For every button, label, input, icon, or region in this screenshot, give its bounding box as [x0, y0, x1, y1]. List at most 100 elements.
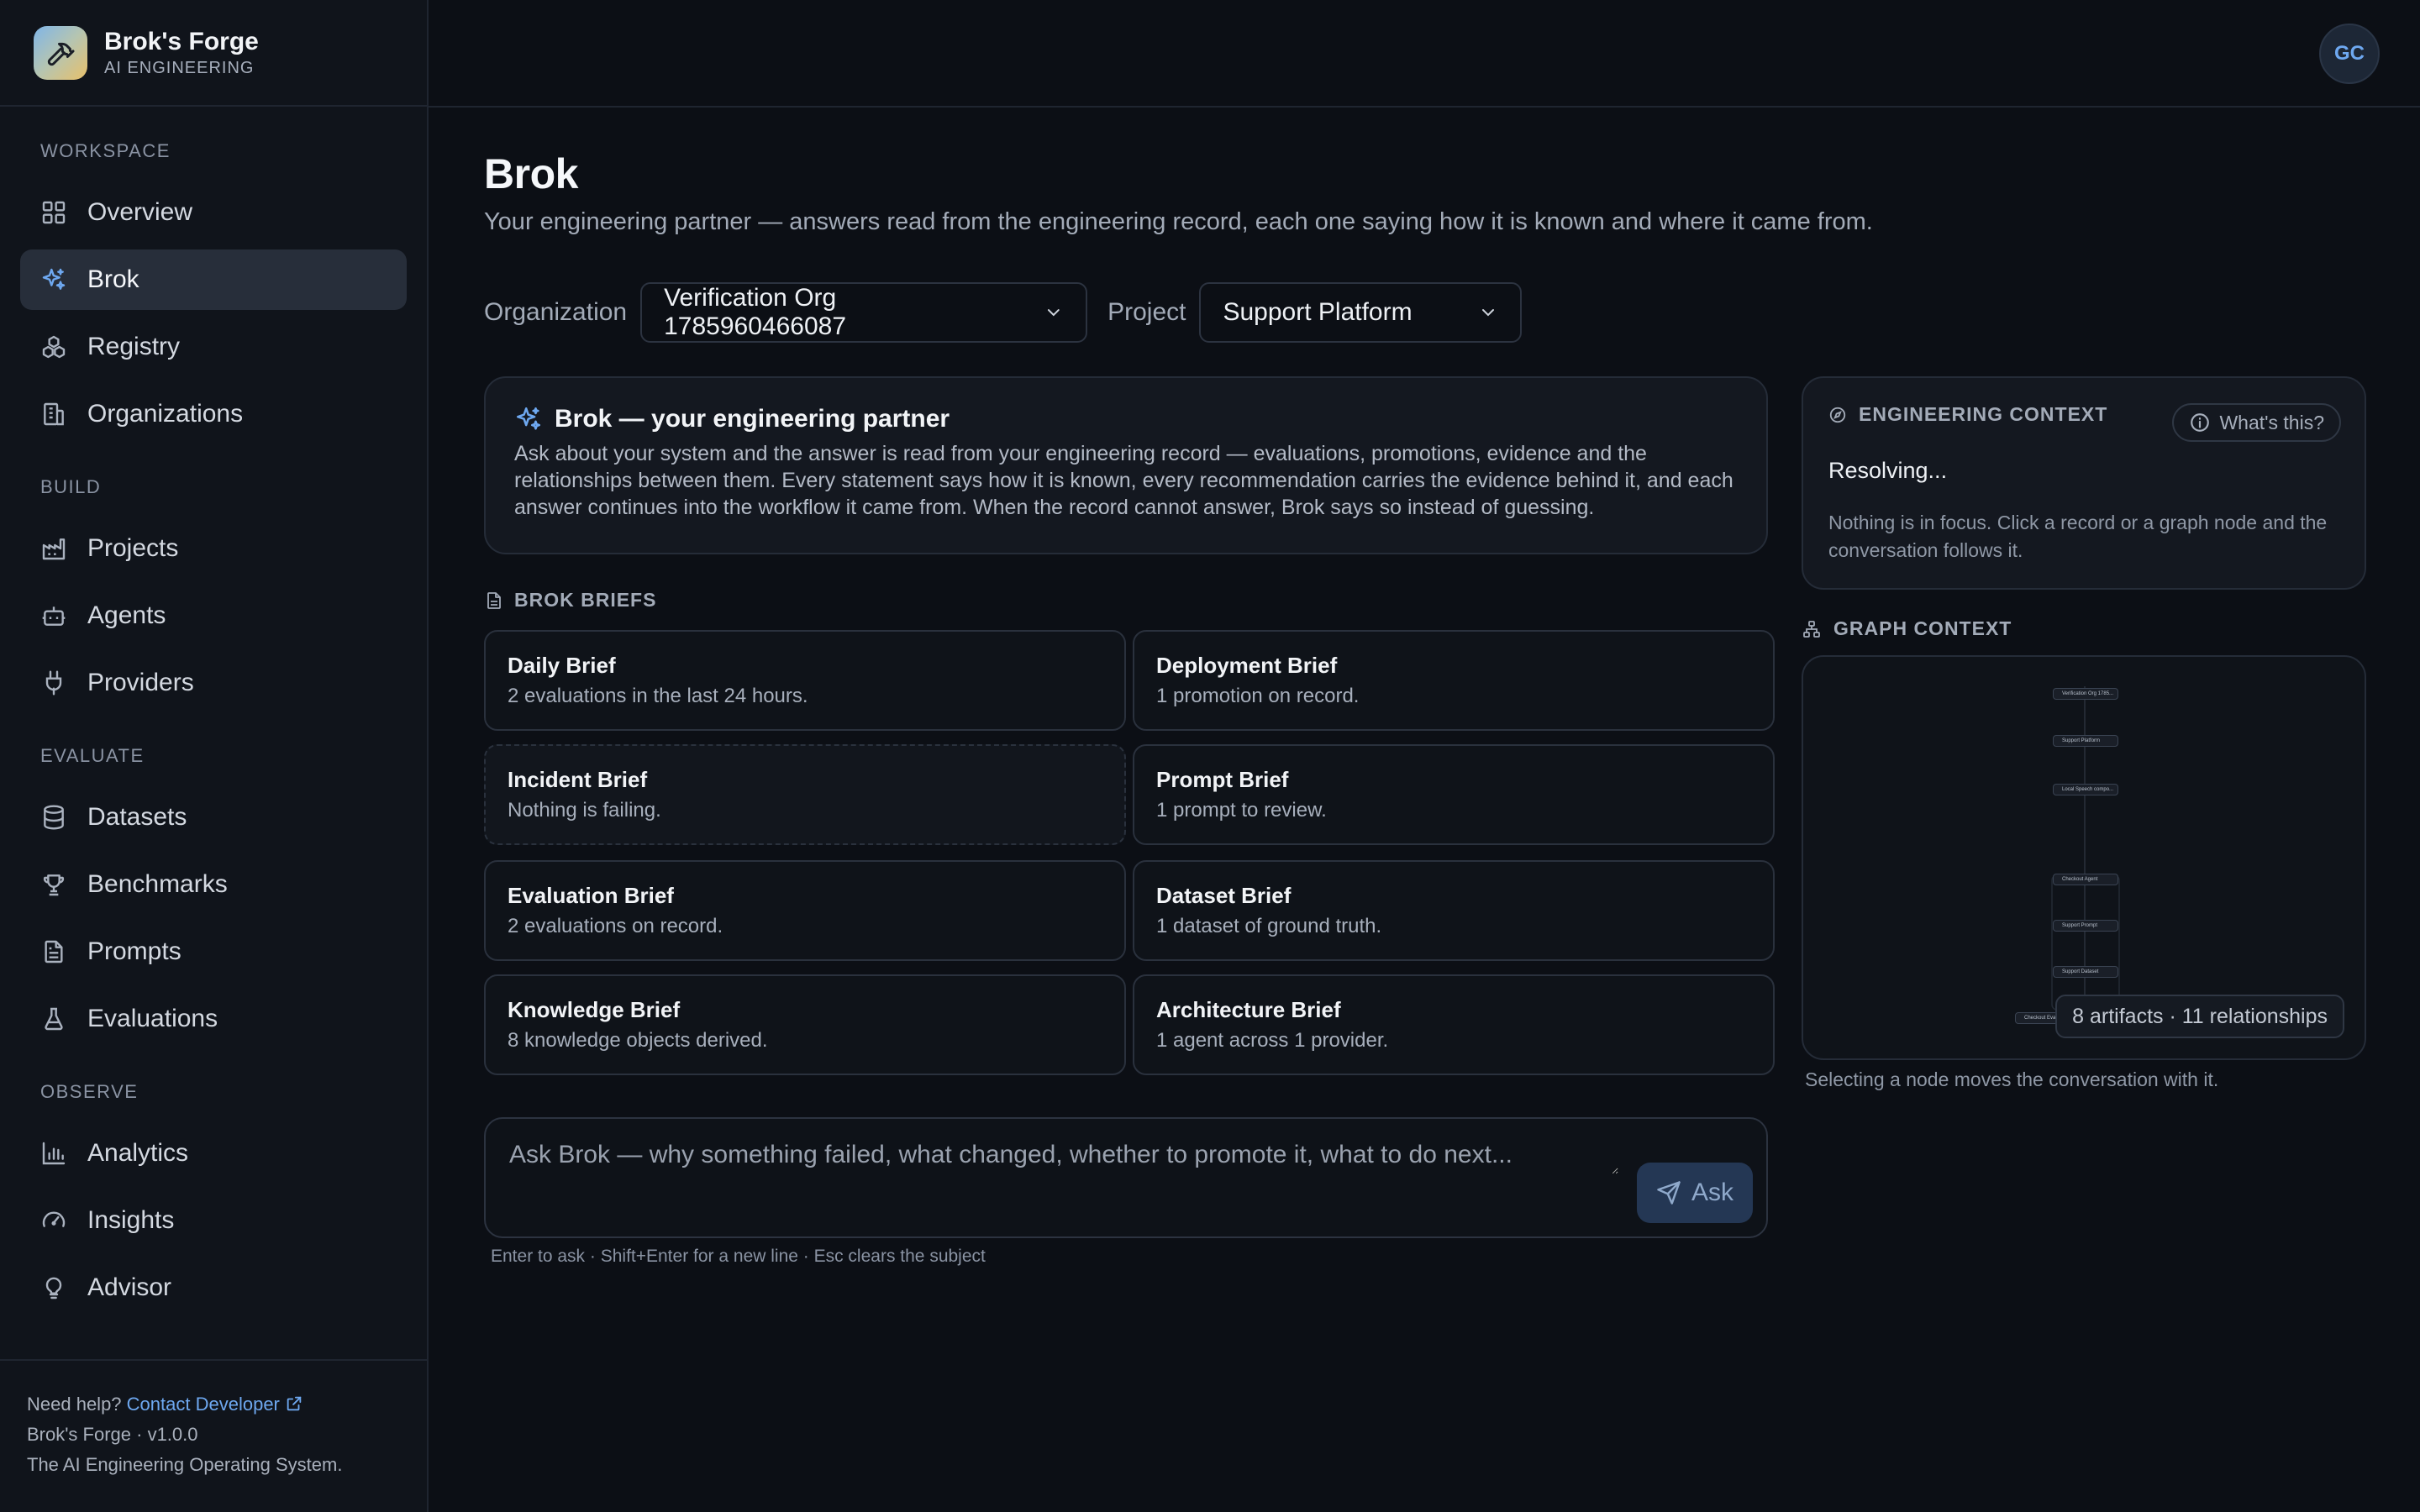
nav-group-build: BUILD Projects Agents Providers: [0, 476, 427, 713]
send-icon: [1657, 1181, 1681, 1205]
context-status: Resolving...: [1828, 458, 1948, 483]
graph-node[interactable]: Support Prompt: [2053, 920, 2118, 932]
graph-context-heading: GRAPH CONTEXT: [1802, 617, 2012, 640]
file-text-icon: [40, 938, 67, 965]
sidebar-item-advisor[interactable]: Advisor: [20, 1257, 407, 1318]
sidebar-item-providers[interactable]: Providers: [20, 653, 407, 713]
sidebar-item-brok[interactable]: Brok: [20, 249, 407, 310]
sidebar: Brok's Forge AI ENGINEERING WORKSPACE Ov…: [0, 0, 429, 1512]
factory-icon: [40, 535, 67, 562]
gauge-icon: [40, 1207, 67, 1234]
sidebar-item-registry[interactable]: Registry: [20, 317, 407, 377]
boxes-icon: [40, 333, 67, 360]
sidebar-item-label: Registry: [87, 333, 181, 360]
ask-button[interactable]: Ask: [1637, 1163, 1753, 1223]
graph-stats-badge: 8 artifacts · 11 relationships: [2055, 995, 2344, 1038]
graph-node[interactable]: Checkout Agent: [2053, 874, 2118, 885]
briefs-heading: BROK BRIEFS: [484, 589, 656, 612]
whats-this-button[interactable]: What's this?: [2172, 403, 2341, 442]
graph-note: Selecting a node moves the conversation …: [1805, 1068, 2219, 1090]
ask-box: Ask: [484, 1117, 1768, 1238]
brief-summary: 1 prompt to review.: [1156, 799, 1327, 822]
graph-node[interactable]: Local Speech compo...: [2053, 784, 2118, 795]
bot-icon: [40, 602, 67, 629]
nav-group-workspace: WORKSPACE Overview Brok Registry Organiz…: [0, 140, 427, 444]
brief-title: Daily Brief: [508, 653, 616, 678]
sidebar-item-benchmarks[interactable]: Benchmarks: [20, 854, 407, 915]
brief-summary: 1 agent across 1 provider.: [1156, 1029, 1389, 1052]
project-select[interactable]: Support Platform: [1199, 282, 1523, 343]
brief-knowledge[interactable]: Knowledge Brief 8 knowledge objects deri…: [484, 974, 1126, 1075]
sidebar-item-agents[interactable]: Agents: [20, 585, 407, 646]
chevron-down-icon: [1048, 309, 1060, 317]
graph-node[interactable]: Support Dataset: [2053, 966, 2118, 978]
organization-label: Organization: [484, 298, 628, 326]
brand-name: Brok's Forge: [104, 27, 259, 55]
project-label: Project: [1107, 298, 1186, 326]
help-line: Need help? Contact Developer: [27, 1389, 400, 1420]
engineering-context-card: ENGINEERING CONTEXT What's this? Resolvi…: [1802, 376, 2366, 590]
sidebar-item-organizations[interactable]: Organizations: [20, 384, 407, 444]
sidebar-item-label: Datasets: [87, 803, 187, 831]
sidebar-item-label: Insights: [87, 1206, 175, 1234]
scope-selectors: Organization Verification Org 1785960466…: [484, 282, 1523, 343]
trophy-icon: [40, 871, 67, 898]
plug-icon: [40, 669, 67, 696]
brief-title: Dataset Brief: [1156, 883, 1292, 908]
sidebar-item-label: Prompts: [87, 937, 182, 965]
sidebar-item-label: Brok: [87, 265, 139, 293]
ask-input[interactable]: [509, 1141, 1618, 1174]
brief-title: Knowledge Brief: [508, 997, 681, 1022]
sidebar-item-label: Benchmarks: [87, 870, 228, 898]
file-text-icon: [487, 591, 501, 609]
brief-title: Incident Brief: [508, 767, 648, 792]
database-icon: [40, 804, 67, 831]
avatar[interactable]: GC: [2319, 24, 2380, 84]
sidebar-item-label: Analytics: [87, 1139, 189, 1167]
brief-summary: 8 knowledge objects derived.: [508, 1029, 768, 1052]
chevron-down-icon: [1482, 309, 1495, 317]
brief-architecture[interactable]: Architecture Brief 1 agent across 1 prov…: [1133, 974, 1775, 1075]
sidebar-item-overview[interactable]: Overview: [20, 182, 407, 243]
external-link-icon: [287, 1396, 302, 1411]
brief-daily[interactable]: Daily Brief 2 evaluations in the last 24…: [484, 630, 1126, 731]
graph-canvas[interactable]: Verification Org 1785... Support Platfor…: [1802, 655, 2366, 1060]
info-icon: [2191, 413, 2210, 432]
sidebar-item-prompts[interactable]: Prompts: [20, 921, 407, 982]
graph-node[interactable]: Verification Org 1785...: [2053, 688, 2118, 700]
tagline-text: The AI Engineering Operating System.: [27, 1454, 343, 1475]
intro-body: Ask about your system and the answer is …: [514, 442, 1733, 519]
sidebar-item-projects[interactable]: Projects: [20, 518, 407, 579]
brief-summary: 2 evaluations on record.: [508, 915, 723, 937]
brief-summary: 1 dataset of ground truth.: [1156, 915, 1382, 937]
page-title: Brok: [484, 150, 578, 197]
organization-select[interactable]: Verification Org 1785960466087: [640, 282, 1088, 343]
contact-developer-link[interactable]: Contact Developer: [127, 1394, 303, 1415]
sidebar-item-datasets[interactable]: Datasets: [20, 787, 407, 848]
building-icon: [40, 401, 67, 428]
brief-summary: 2 evaluations in the last 24 hours.: [508, 685, 808, 707]
sidebar-item-insights[interactable]: Insights: [20, 1190, 407, 1251]
sparkles-icon: [516, 407, 541, 430]
brief-evaluation[interactable]: Evaluation Brief 2 evaluations on record…: [484, 860, 1126, 961]
intro-heading: Brok — your engineering partner: [514, 405, 1738, 433]
organization-value: Verification Org 1785960466087: [664, 284, 847, 340]
brief-title: Prompt Brief: [1156, 767, 1289, 792]
graph-node[interactable]: Support Platform: [2053, 735, 2118, 747]
sidebar-footer: Need help? Contact Developer Brok's Forg…: [0, 1359, 427, 1512]
grid-icon: [40, 199, 67, 226]
brand[interactable]: Brok's Forge AI ENGINEERING: [0, 0, 427, 107]
sidebar-item-evaluations[interactable]: Evaluations: [20, 989, 407, 1049]
help-prefix: Need help?: [27, 1394, 122, 1415]
brief-prompt[interactable]: Prompt Brief 1 prompt to review.: [1133, 744, 1775, 845]
brief-dataset[interactable]: Dataset Brief 1 dataset of ground truth.: [1133, 860, 1775, 961]
brief-title: Evaluation Brief: [508, 883, 674, 908]
brief-summary: Nothing is failing.: [508, 799, 661, 822]
context-note: Nothing is in focus. Click a record or a…: [1828, 512, 2328, 561]
brief-title: Deployment Brief: [1156, 653, 1338, 678]
brief-incident[interactable]: Incident Brief Nothing is failing.: [484, 744, 1126, 845]
sidebar-item-analytics[interactable]: Analytics: [20, 1123, 407, 1184]
sidebar-item-label: Projects: [87, 534, 179, 562]
brief-deployment[interactable]: Deployment Brief 1 promotion on record.: [1133, 630, 1775, 731]
sidebar-item-label: Agents: [87, 601, 166, 629]
